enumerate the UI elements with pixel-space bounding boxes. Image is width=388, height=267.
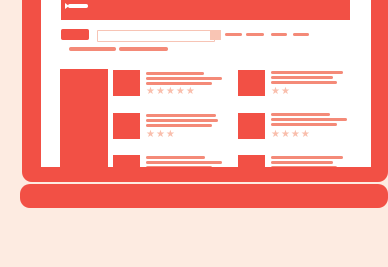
product-title-line	[271, 113, 330, 116]
nav-link-4[interactable]	[293, 33, 309, 36]
nav-link-1[interactable]	[225, 33, 242, 36]
product-image[interactable]	[238, 113, 265, 139]
product-image[interactable]	[238, 155, 265, 167]
product-title-line	[146, 114, 216, 117]
nav-link-2[interactable]	[246, 33, 264, 36]
product-title-line	[146, 166, 212, 167]
product-image[interactable]	[113, 155, 140, 167]
product-title-line	[271, 161, 333, 164]
laptop-screen: ★★★★★ ★★ ★★★ ★★★★	[41, 0, 371, 167]
product-image[interactable]	[238, 70, 265, 96]
rating-stars-icon: ★★★★	[271, 129, 311, 140]
sidebar	[60, 69, 108, 167]
app-header	[61, 0, 350, 20]
laptop-base	[20, 184, 388, 208]
nav-link-3[interactable]	[271, 33, 287, 36]
product-card[interactable]	[238, 155, 358, 167]
product-image[interactable]	[113, 70, 140, 96]
product-title-line	[146, 161, 222, 164]
product-card[interactable]: ★★	[238, 70, 358, 110]
product-title-line	[146, 156, 205, 159]
product-image[interactable]	[113, 113, 140, 139]
product-card[interactable]: ★★★★★	[113, 70, 233, 110]
product-title-line	[271, 71, 343, 74]
rating-stars-icon: ★★★	[146, 129, 176, 140]
search-input[interactable]	[97, 30, 215, 42]
product-card[interactable]	[113, 155, 233, 167]
arrow-logo-icon[interactable]	[65, 3, 88, 9]
product-title-line	[271, 81, 337, 84]
breadcrumb-item[interactable]	[69, 47, 116, 51]
rating-stars-icon: ★★★★★	[146, 86, 196, 97]
product-title-line	[271, 156, 343, 159]
product-card[interactable]: ★★★★	[238, 113, 358, 153]
search-button[interactable]	[210, 30, 221, 40]
product-card[interactable]: ★★★	[113, 113, 233, 153]
product-title-line	[271, 123, 337, 126]
breadcrumb-item[interactable]	[119, 47, 168, 51]
product-title-line	[146, 77, 222, 80]
category-button[interactable]	[61, 29, 89, 40]
product-title-line	[146, 119, 218, 122]
product-title-line	[271, 166, 337, 167]
product-title-line	[271, 76, 333, 79]
rating-stars-icon: ★★	[271, 86, 291, 97]
product-title-line	[146, 72, 204, 75]
product-title-line	[271, 118, 347, 121]
product-title-line	[146, 82, 212, 85]
product-title-line	[146, 124, 212, 127]
